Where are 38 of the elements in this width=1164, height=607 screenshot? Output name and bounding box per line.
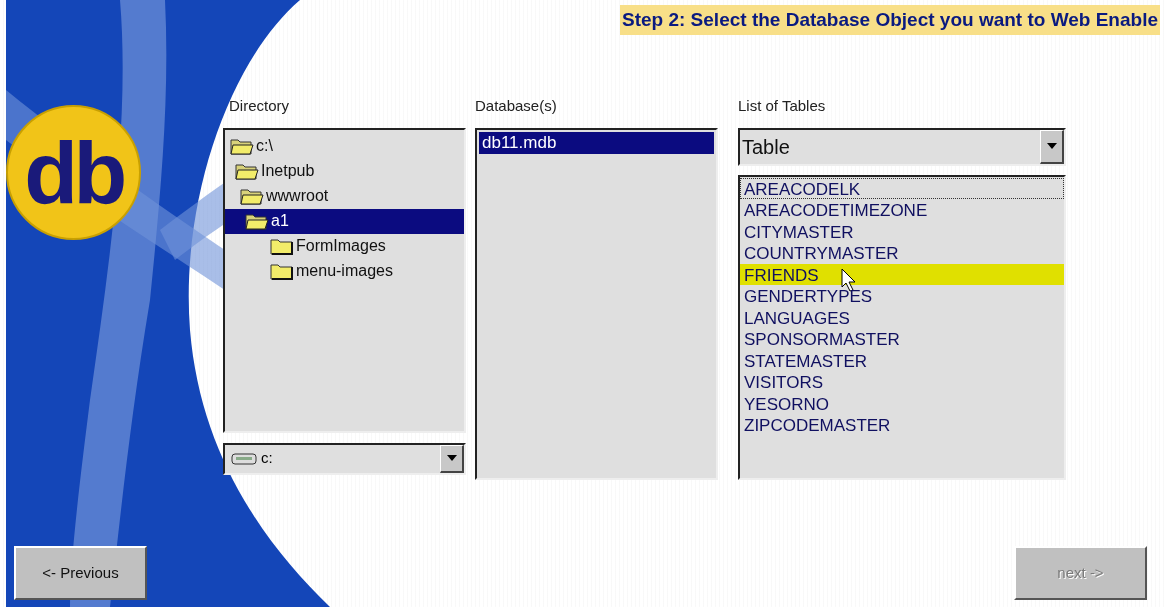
table-item[interactable]: CITYMASTER xyxy=(740,220,1064,242)
table-item[interactable]: ZIPCODEMASTER xyxy=(740,414,1064,436)
tables-label: List of Tables xyxy=(738,96,827,116)
folder-icon xyxy=(269,261,295,281)
table-item[interactable]: LANGUAGES xyxy=(740,306,1064,328)
table-item[interactable]: COUNTRYMASTER xyxy=(740,242,1064,264)
database-item[interactable]: db11.mdb xyxy=(479,131,714,154)
table-item[interactable]: SPONSORMASTER xyxy=(740,328,1064,350)
databases-label: Database(s) xyxy=(475,96,558,116)
table-item[interactable]: YESORNO xyxy=(740,392,1064,414)
dropdown-arrow-button[interactable] xyxy=(1040,129,1064,164)
open-folder-icon xyxy=(234,161,260,181)
object-type-select[interactable]: Table xyxy=(738,127,1066,166)
step-title: Step 2: Select the Database Object you want to Web Enable xyxy=(620,5,1160,35)
folder-item[interactable]: wwwroot xyxy=(225,183,464,209)
folder-item[interactable]: a1 xyxy=(225,208,464,234)
caret-icon xyxy=(446,455,457,461)
folder-item[interactable]: Inetpub xyxy=(225,158,464,184)
folder-item[interactable]: c:\ xyxy=(225,133,464,159)
table-item[interactable]: STATEMASTER xyxy=(740,349,1064,371)
table-item[interactable]: AREACODELK xyxy=(740,177,1064,199)
folder-item[interactable]: FormImages xyxy=(225,233,464,259)
folder-icon xyxy=(269,236,295,256)
directory-label: Directory xyxy=(229,96,290,116)
caret-icon xyxy=(1046,143,1057,149)
open-folder-icon xyxy=(229,136,255,156)
folder-item[interactable]: menu-images xyxy=(225,258,464,284)
dropdown-arrow-button[interactable] xyxy=(440,444,464,473)
open-folder-icon xyxy=(244,211,270,231)
table-item[interactable]: GENDERTYPES xyxy=(740,285,1064,307)
table-item[interactable]: VISITORS xyxy=(740,371,1064,393)
previous-button[interactable]: <- Previous xyxy=(14,546,147,600)
mouse-pointer-icon xyxy=(841,267,857,292)
drive-select[interactable]: c: xyxy=(223,442,466,475)
drive-icon xyxy=(231,451,257,466)
open-folder-icon xyxy=(239,186,265,206)
logo-text: db xyxy=(24,128,123,217)
table-item[interactable]: AREACODETIMEZONE xyxy=(740,199,1064,221)
